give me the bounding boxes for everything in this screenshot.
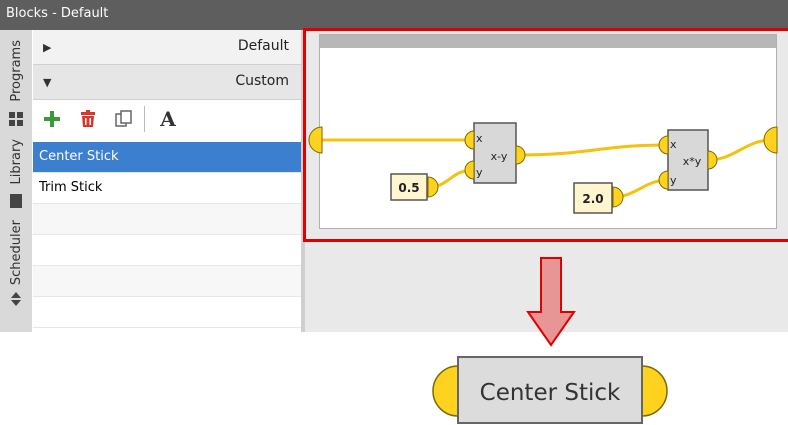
output-port <box>641 365 668 417</box>
center-stick-block-label: Center Stick <box>480 380 621 406</box>
highlight-box <box>303 28 788 242</box>
input-port <box>432 365 459 417</box>
arrow-down-icon <box>526 257 576 347</box>
